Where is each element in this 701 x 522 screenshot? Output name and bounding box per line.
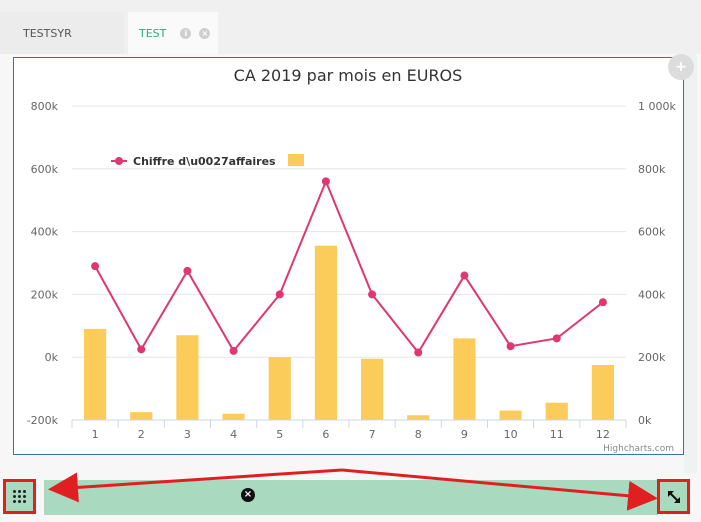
y2-tick-label: 200k <box>638 351 666 364</box>
x-tick-label: 1 <box>92 428 99 441</box>
tab-testsyr[interactable]: TESTSYR <box>0 12 124 54</box>
panel-edge <box>684 54 697 474</box>
bar <box>361 358 384 420</box>
x-tick-label: 4 <box>230 428 237 441</box>
drag-handle[interactable] <box>3 479 36 514</box>
chart-container: CA 2019 par mois en EUROS -200k 0k 200k 400… <box>13 57 684 455</box>
line-point <box>552 334 561 343</box>
chart-menu-icon[interactable]: + <box>668 54 694 80</box>
legend-point-symbol <box>115 157 123 165</box>
info-icon[interactable]: i <box>180 27 192 39</box>
y-tick-label: 0k <box>45 351 59 364</box>
credits-link[interactable]: Highcharts.com <box>603 444 674 454</box>
tab-bar: TESTSYR TEST i × <box>0 0 701 54</box>
x-tick-label: 5 <box>276 428 283 441</box>
line-point <box>321 177 330 186</box>
bar <box>545 402 568 420</box>
bar <box>130 412 153 420</box>
series-line <box>94 178 604 355</box>
line-point <box>368 290 377 299</box>
tab-label: TESTSYR <box>23 26 72 40</box>
bar <box>499 410 522 420</box>
x-tick-label: 12 <box>596 428 610 441</box>
line-point <box>183 266 192 275</box>
y2-tick-label: 800k <box>638 163 666 176</box>
y-tick-label: 400k <box>31 226 59 239</box>
line-point <box>275 290 284 299</box>
bar <box>407 415 430 420</box>
y-tick-label: 600k <box>31 163 59 176</box>
legend-label: Chiffre d\u0027affaires <box>133 155 276 168</box>
line-point <box>598 298 607 307</box>
bar <box>453 338 476 420</box>
y2-tick-label: 400k <box>638 288 666 301</box>
line-point <box>137 345 146 354</box>
y2-tick-label: 1 000k <box>638 100 676 113</box>
x-tick-label: 3 <box>184 428 191 441</box>
line-point <box>506 342 515 351</box>
x-tick-label: 9 <box>461 428 468 441</box>
tab-label: TEST <box>139 26 167 40</box>
y-tick-label: 200k <box>31 288 59 301</box>
line-point <box>91 262 100 271</box>
bar <box>222 413 245 420</box>
bar <box>591 365 614 420</box>
bar <box>314 245 337 420</box>
y2-tick-label: 600k <box>638 226 666 239</box>
line-point <box>460 271 469 280</box>
x-tick-label: 2 <box>138 428 145 441</box>
legend-bar-symbol <box>288 154 304 166</box>
resize-handle[interactable] <box>657 479 690 514</box>
grip-icon <box>13 490 26 503</box>
chart-title: CA 2019 par mois en EUROS <box>234 66 463 85</box>
bar <box>84 328 107 420</box>
y2-tick-label: 0k <box>638 414 652 427</box>
y-tick-label: -200k <box>27 414 59 427</box>
tab-test[interactable]: TEST i × <box>128 12 218 54</box>
close-icon[interactable]: × <box>199 27 211 39</box>
line-point <box>229 346 238 355</box>
x-tick-label: 7 <box>369 428 376 441</box>
x-tick-label: 6 <box>322 428 329 441</box>
y-tick-label: 800k <box>31 100 59 113</box>
remove-widget-icon[interactable]: × <box>241 488 255 502</box>
x-tick-label: 11 <box>550 428 564 441</box>
resize-icon <box>667 490 680 503</box>
chart-svg: CA 2019 par mois en EUROS -200k 0k 200k 400… <box>27 66 677 454</box>
x-tick-label: 8 <box>415 428 422 441</box>
x-tick-label: 10 <box>504 428 518 441</box>
bar <box>268 357 291 420</box>
line-point <box>414 348 423 357</box>
bar <box>176 335 199 420</box>
widget-footer <box>44 480 658 515</box>
